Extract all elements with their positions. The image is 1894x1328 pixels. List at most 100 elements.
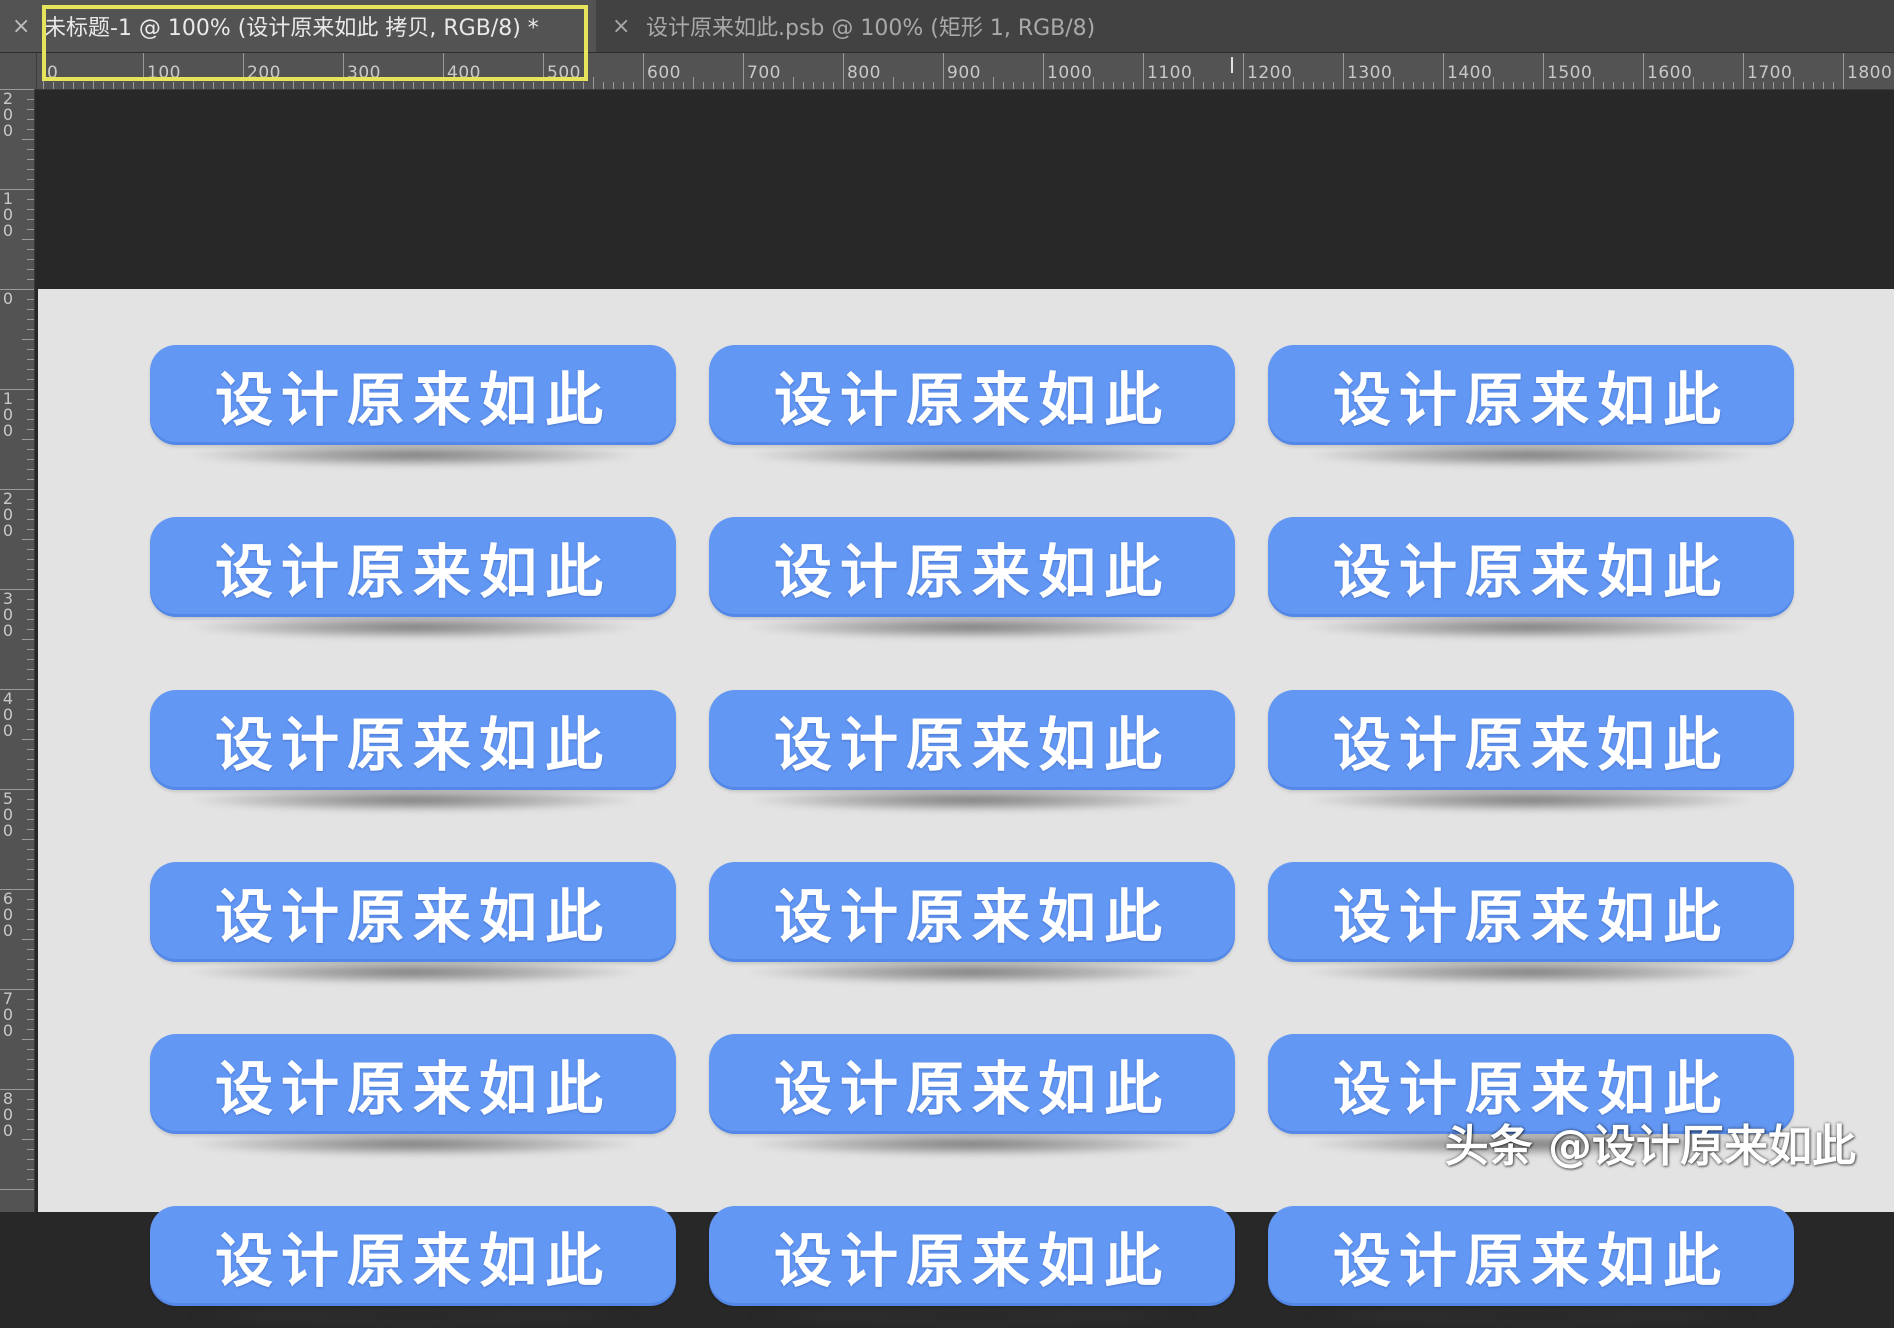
ruler-tick bbox=[27, 1129, 34, 1130]
ruler-tick bbox=[27, 329, 34, 330]
ruler-tick bbox=[1653, 82, 1654, 89]
ruler-tick bbox=[27, 99, 34, 100]
ruler-tick bbox=[363, 82, 364, 89]
design-button[interactable]: 设计原来如此 bbox=[1268, 345, 1794, 445]
ruler-tick bbox=[913, 82, 914, 89]
ruler-tick bbox=[533, 82, 534, 89]
button-drop-shadow bbox=[190, 443, 636, 467]
ruler-tick bbox=[22, 1039, 34, 1040]
ruler-tick bbox=[663, 82, 664, 89]
design-button[interactable]: 设计原来如此 bbox=[1268, 690, 1794, 790]
ruler-tick bbox=[27, 299, 34, 300]
ruler-tick bbox=[27, 479, 34, 480]
design-button[interactable]: 设计原来如此 bbox=[1268, 517, 1794, 617]
ruler-tick bbox=[513, 82, 514, 89]
design-button[interactable]: 设计原来如此 bbox=[709, 345, 1235, 445]
button-drop-shadow bbox=[749, 960, 1195, 984]
ruler-tick bbox=[27, 819, 34, 820]
ruler-label: 800 bbox=[2, 1089, 14, 1140]
ruler-tick bbox=[1193, 77, 1194, 89]
ruler-label: 100 bbox=[2, 389, 14, 440]
ruler-tick bbox=[853, 82, 854, 89]
ruler-tick bbox=[1173, 82, 1174, 89]
ruler-label: 1500 bbox=[1547, 63, 1593, 83]
ruler-tick bbox=[373, 82, 374, 89]
ruler-tick bbox=[27, 1179, 34, 1180]
ruler-tick bbox=[1413, 82, 1414, 89]
ruler-tick bbox=[27, 929, 34, 930]
tab-psb-document[interactable]: × 设计原来如此.psb @ 100% (矩形 1, RGB/8) bbox=[612, 0, 1095, 52]
design-button[interactable]: 设计原来如此 bbox=[150, 690, 676, 790]
design-button[interactable]: 设计原来如此 bbox=[709, 862, 1235, 962]
design-button[interactable]: 设计原来如此 bbox=[150, 862, 676, 962]
ruler-tick bbox=[27, 659, 34, 660]
design-button[interactable]: 设计原来如此 bbox=[150, 517, 676, 617]
close-tab-icon[interactable]: × bbox=[612, 14, 630, 39]
ruler-tick bbox=[1053, 82, 1054, 89]
ruler-tick bbox=[1833, 82, 1834, 89]
button-cell: 设计原来如此 bbox=[709, 862, 1235, 984]
design-button[interactable]: 设计原来如此 bbox=[709, 690, 1235, 790]
design-button[interactable]: 设计原来如此 bbox=[150, 345, 676, 445]
ruler-tick bbox=[27, 649, 34, 650]
ruler-tick bbox=[27, 319, 34, 320]
ruler-tick bbox=[703, 82, 704, 89]
design-button[interactable]: 设计原来如此 bbox=[1268, 1206, 1794, 1306]
ruler-tick bbox=[1713, 82, 1714, 89]
ruler-tick bbox=[1663, 82, 1664, 89]
ruler-tick bbox=[1493, 77, 1494, 89]
ruler-cursor-marker bbox=[1231, 57, 1233, 73]
ruler-tick bbox=[833, 82, 834, 89]
ruler-tick bbox=[27, 699, 34, 700]
design-button[interactable]: 设计原来如此 bbox=[150, 1034, 676, 1134]
ruler-tick bbox=[27, 199, 34, 200]
design-button[interactable]: 设计原来如此 bbox=[709, 1034, 1235, 1134]
ruler-tick bbox=[27, 1059, 34, 1060]
ruler-tick bbox=[27, 859, 34, 860]
ruler-tick bbox=[813, 82, 814, 89]
button-cell: 设计原来如此 bbox=[709, 345, 1235, 467]
design-button[interactable]: 设计原来如此 bbox=[709, 1206, 1235, 1306]
button-cell: 设计原来如此 bbox=[150, 517, 676, 639]
ruler-tick bbox=[27, 369, 34, 370]
design-button[interactable]: 设计原来如此 bbox=[1268, 862, 1794, 962]
ruler-tick bbox=[27, 1019, 34, 1020]
ruler-tick bbox=[27, 519, 34, 520]
ruler-tick bbox=[27, 729, 34, 730]
ruler-tick bbox=[553, 82, 554, 89]
ruler-label: 1300 bbox=[1347, 63, 1393, 83]
ruler-tick bbox=[1383, 82, 1384, 89]
ruler-tick bbox=[313, 82, 314, 89]
ruler-tick bbox=[1473, 82, 1474, 89]
ruler-tick bbox=[22, 1139, 34, 1140]
ruler-tick bbox=[1543, 53, 1544, 89]
ruler-origin-corner[interactable] bbox=[0, 53, 37, 89]
ruler-tick bbox=[22, 239, 34, 240]
ruler-tick bbox=[27, 179, 34, 180]
ruler-tick bbox=[1783, 82, 1784, 89]
ruler-tick bbox=[27, 869, 34, 870]
button-drop-shadow bbox=[749, 615, 1195, 639]
ruler-tick bbox=[203, 82, 204, 89]
ruler-tick bbox=[1423, 82, 1424, 89]
vertical-ruler[interactable]: 200 100 0 100 200 300 400 500 600 700 800 bbox=[0, 89, 35, 1212]
ruler-tick bbox=[22, 139, 34, 140]
design-button[interactable]: 设计原来如此 bbox=[150, 1206, 676, 1306]
ruler-tick bbox=[27, 279, 34, 280]
ruler-tick bbox=[1223, 82, 1224, 89]
ruler-tick bbox=[983, 82, 984, 89]
design-button[interactable]: 设计原来如此 bbox=[709, 517, 1235, 617]
close-tab-icon[interactable]: × bbox=[12, 14, 30, 39]
ruler-tick bbox=[22, 839, 34, 840]
ruler-tick bbox=[27, 1149, 34, 1150]
ruler-tick bbox=[27, 529, 34, 530]
document-canvas[interactable]: 设计原来如此 设计原来如此 设计原来如此 设计原来如此 设计原来如此 设计原来如此 设计原来… bbox=[38, 289, 1894, 1328]
button-drop-shadow bbox=[749, 1132, 1195, 1156]
ruler-tick bbox=[1273, 82, 1274, 89]
ruler-tick bbox=[27, 119, 34, 120]
ruler-tick bbox=[73, 82, 74, 89]
ruler-tick bbox=[1433, 82, 1434, 89]
ruler-tick bbox=[993, 77, 994, 89]
ruler-tick bbox=[27, 799, 34, 800]
ruler-tick bbox=[893, 77, 894, 89]
